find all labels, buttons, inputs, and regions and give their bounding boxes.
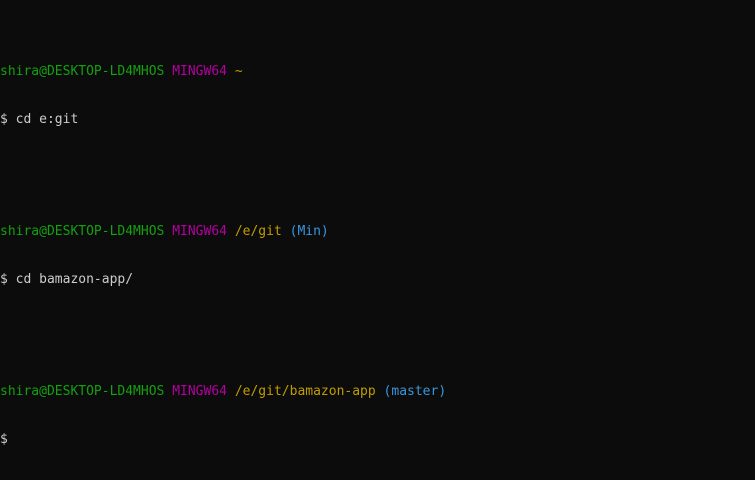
command-text: cd bamazon-app/ (15, 272, 134, 287)
terminal-window[interactable]: shira@DESKTOP-LD4MHOS MINGW64 ~ $ cd e:g… (0, 0, 755, 447)
prompt-header-line: shira@DESKTOP-LD4MHOS MINGW64 /e/git (Mi… (0, 224, 755, 240)
user-host: shira@DESKTOP-LD4MHOS (0, 384, 165, 399)
system-name: MINGW64 (172, 384, 227, 399)
prompt-symbol: $ (0, 272, 8, 287)
git-branch: (Min) (289, 224, 329, 239)
current-path: ~ (234, 64, 243, 79)
user-host: shira@DESKTOP-LD4MHOS (0, 224, 165, 239)
user-host: shira@DESKTOP-LD4MHOS (0, 64, 165, 79)
prompt-symbol: $ (0, 112, 8, 127)
command-text: cd e:git (15, 112, 79, 127)
command-line: $ cd e:git (0, 112, 755, 128)
prompt-header-line: shira@DESKTOP-LD4MHOS MINGW64 /e/git/bam… (0, 384, 755, 400)
system-name: MINGW64 (172, 224, 227, 239)
prompt-header-line: shira@DESKTOP-LD4MHOS MINGW64 ~ (0, 64, 755, 80)
prompt-symbol: $ (0, 432, 8, 447)
command-line: $ cd bamazon-app/ (0, 272, 755, 288)
system-name: MINGW64 (172, 64, 227, 79)
current-path: /e/git/bamazon-app (234, 384, 376, 399)
command-input-line[interactable]: $ (0, 432, 755, 448)
current-path: /e/git (234, 224, 282, 239)
git-branch: (master) (383, 384, 447, 399)
